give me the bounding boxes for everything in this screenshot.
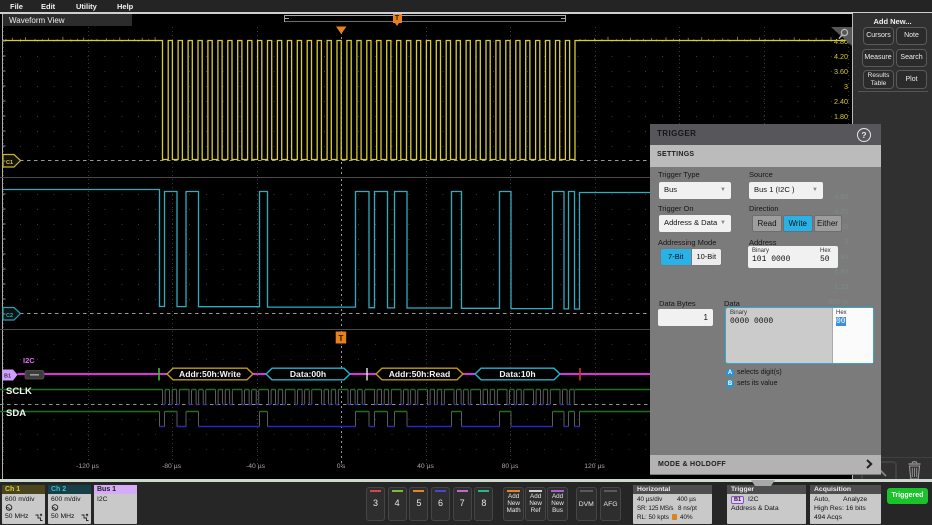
svg-text:Data:10h: Data:10h bbox=[499, 369, 535, 379]
svg-text:B1: B1 bbox=[4, 374, 11, 380]
svg-text:Addr:50h:Read: Addr:50h:Read bbox=[389, 369, 451, 379]
svg-text:C1: C1 bbox=[6, 160, 13, 166]
svg-text:C2: C2 bbox=[6, 313, 13, 319]
svg-text:T: T bbox=[339, 334, 344, 343]
svg-text:Addr:50h:Write: Addr:50h:Write bbox=[179, 369, 241, 379]
svg-text:Data:00h: Data:00h bbox=[290, 369, 326, 379]
